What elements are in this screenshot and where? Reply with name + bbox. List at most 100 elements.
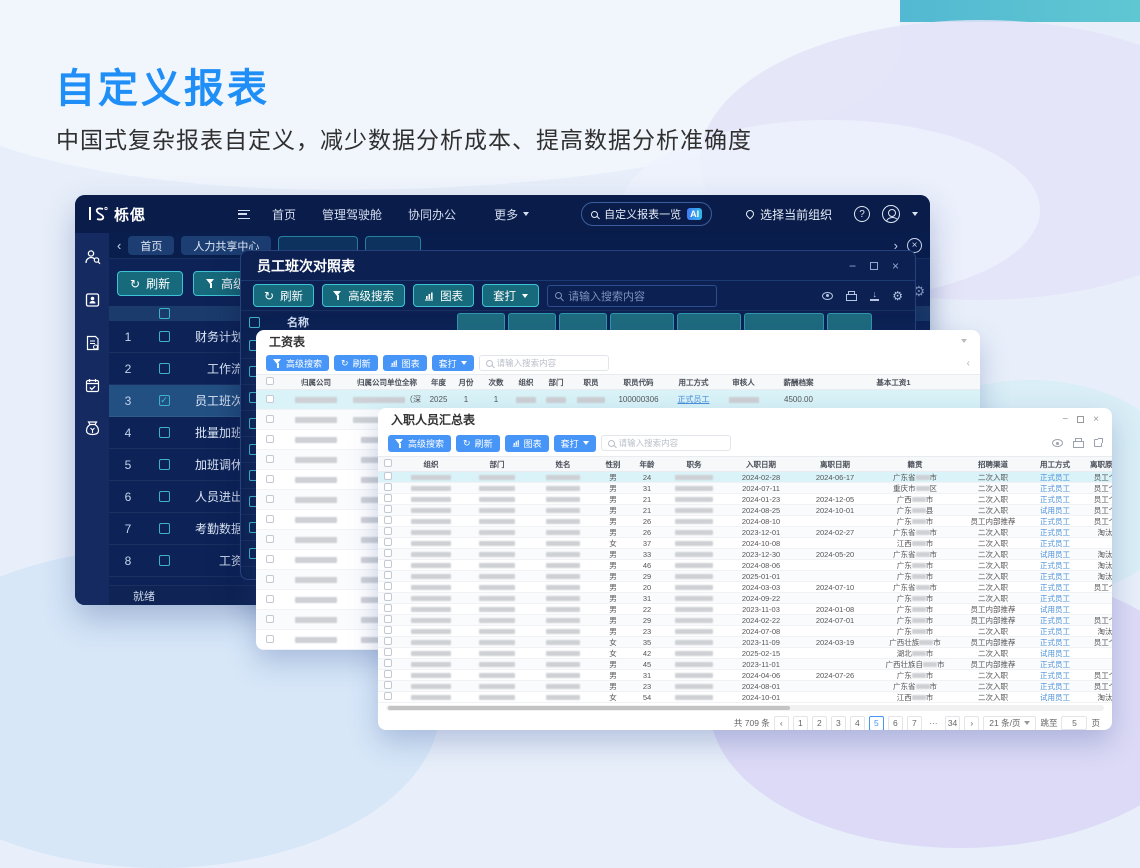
- refresh-button[interactable]: ↻ 刷新: [456, 435, 500, 452]
- row-checkbox[interactable]: [384, 615, 392, 623]
- table-row[interactable]: 男312024-07-11重庆市区二次入职正式员工员工个: [378, 483, 1112, 494]
- row-checkbox[interactable]: [266, 495, 274, 503]
- row-checkbox[interactable]: [384, 560, 392, 568]
- page-button[interactable]: 6: [888, 716, 903, 731]
- row-checkbox[interactable]: [266, 555, 274, 563]
- row-checkbox[interactable]: [384, 549, 392, 557]
- window-titlebar[interactable]: 员工班次对照表 − ×: [241, 251, 915, 281]
- tabs-scroll-left-icon[interactable]: ‹: [117, 239, 121, 252]
- download-icon[interactable]: ↓: [870, 290, 879, 300]
- row-checkbox[interactable]: [266, 535, 274, 543]
- employment-type-link[interactable]: 正式员工: [678, 395, 710, 404]
- advanced-search-button[interactable]: 高级搜索: [322, 284, 405, 307]
- table-row[interactable]: 男232024-08-01广东省市二次入职正式员工员工个: [378, 681, 1112, 692]
- table-row[interactable]: 男232024-07-08广东市二次入职正式员工淘汰: [378, 626, 1112, 637]
- table-row[interactable]: 女542024-10-01江西市二次入职试用员工淘汰: [378, 692, 1112, 703]
- row-checkbox[interactable]: [159, 459, 170, 470]
- jump-page-input[interactable]: 5: [1061, 716, 1087, 730]
- row-checkbox[interactable]: [159, 363, 170, 374]
- table-search-input[interactable]: 请输入搜索内容: [601, 435, 731, 451]
- row-checkbox[interactable]: [384, 670, 392, 678]
- chart-button[interactable]: 图表: [383, 355, 427, 371]
- nav-home[interactable]: 首页: [272, 206, 296, 223]
- header-checkbox[interactable]: [249, 317, 260, 328]
- row-checkbox[interactable]: [266, 635, 274, 643]
- row-checkbox[interactable]: [266, 395, 274, 403]
- table-row[interactable]: 女422025-02-15湖北市二次入职试用员工: [378, 648, 1112, 659]
- page-button[interactable]: 2: [812, 716, 827, 731]
- refresh-button[interactable]: ↻ 刷新: [334, 355, 378, 371]
- print-template-button[interactable]: 套打: [482, 284, 539, 307]
- sidebar-item-personnel[interactable]: [84, 249, 101, 265]
- refresh-button[interactable]: ↻ 刷新: [117, 271, 183, 296]
- row-checkbox[interactable]: [384, 571, 392, 579]
- row-checkbox[interactable]: [384, 483, 392, 491]
- collapse-sidebar-icon[interactable]: [238, 210, 250, 219]
- row-checkbox[interactable]: [384, 494, 392, 502]
- next-page-button[interactable]: ›: [964, 716, 979, 731]
- row-checkbox[interactable]: [266, 515, 274, 523]
- row-checkbox[interactable]: [266, 415, 274, 423]
- table-row[interactable]: （深202511100000306正式员工4500.00: [256, 390, 980, 410]
- row-checkbox[interactable]: [384, 516, 392, 524]
- sidebar-item-attendance[interactable]: [85, 378, 100, 393]
- printer-icon[interactable]: [1073, 438, 1084, 448]
- nav-dashboard[interactable]: 管理驾驶舱: [322, 206, 382, 223]
- page-button[interactable]: 5: [869, 716, 884, 731]
- row-checkbox[interactable]: [159, 523, 170, 534]
- row-checkbox[interactable]: [384, 604, 392, 612]
- prev-page-button[interactable]: ‹: [774, 716, 789, 731]
- nav-collaboration[interactable]: 协同办公: [408, 206, 456, 223]
- page-button[interactable]: 3: [831, 716, 846, 731]
- advanced-search-button[interactable]: 高级搜索: [266, 355, 329, 371]
- row-checkbox[interactable]: [384, 472, 392, 480]
- row-checkbox[interactable]: [384, 692, 392, 700]
- row-checkbox[interactable]: [384, 659, 392, 667]
- sidebar-item-files[interactable]: [85, 292, 100, 308]
- row-checkbox[interactable]: [384, 681, 392, 689]
- nav-more[interactable]: 更多: [494, 206, 529, 223]
- tab-home[interactable]: 首页: [128, 236, 174, 255]
- last-page-button[interactable]: 34: [945, 716, 960, 731]
- row-checkbox[interactable]: [266, 575, 274, 583]
- window-titlebar[interactable]: 入职人员汇总表 − ×: [378, 408, 1112, 430]
- sidebar-item-salary[interactable]: [85, 420, 100, 436]
- table-row[interactable]: 男312024-09-22广东市二次入职正式员工: [378, 593, 1112, 604]
- help-icon[interactable]: ?: [854, 206, 870, 222]
- app-logo[interactable]: 栎偲: [87, 204, 146, 225]
- row-checkbox[interactable]: [384, 582, 392, 590]
- table-row[interactable]: 男452023-11-01广西壮族自市员工内部推荐正式员工: [378, 659, 1112, 670]
- row-checkbox[interactable]: [266, 435, 274, 443]
- table-row[interactable]: 男212024-08-252024-10-01广东县二次入职试用员工员工个: [378, 505, 1112, 516]
- table-row[interactable]: 男332023-12-302024-05-20广东省市二次入职试用员工淘汰: [378, 549, 1112, 560]
- visibility-icon[interactable]: [1052, 439, 1063, 447]
- row-checkbox[interactable]: [384, 637, 392, 645]
- row-checkbox[interactable]: [159, 555, 170, 566]
- chart-button[interactable]: 图表: [505, 435, 549, 452]
- avatar[interactable]: [882, 205, 900, 223]
- row-checkbox[interactable]: [384, 626, 392, 634]
- page-button[interactable]: 1: [793, 716, 808, 731]
- row-checkbox[interactable]: [384, 538, 392, 546]
- table-row[interactable]: 男312024-04-062024-07-26广东市二次入职正式员工员工个: [378, 670, 1112, 681]
- minimize-icon[interactable]: −: [849, 259, 856, 273]
- close-icon[interactable]: ×: [892, 259, 899, 273]
- page-button[interactable]: 7: [907, 716, 922, 731]
- expand-icon[interactable]: [1094, 439, 1102, 447]
- maximize-icon[interactable]: [870, 262, 878, 270]
- horizontal-scrollbar[interactable]: [378, 703, 1112, 712]
- table-row[interactable]: 男292025-01-01广东市二次入职正式员工淘汰: [378, 571, 1112, 582]
- row-checkbox[interactable]: [159, 331, 170, 342]
- row-checkbox[interactable]: [266, 615, 274, 623]
- close-icon[interactable]: ×: [1093, 414, 1099, 425]
- visibility-icon[interactable]: [822, 292, 833, 300]
- scroll-left-hint-icon[interactable]: ‹: [967, 358, 970, 369]
- table-search-input[interactable]: 请输入搜索内容: [547, 285, 717, 307]
- page-button[interactable]: 4: [850, 716, 865, 731]
- header-checkbox[interactable]: [159, 308, 170, 319]
- table-row[interactable]: 男292024-02-222024-07-01广东市员工内部推荐正式员工员工个: [378, 615, 1112, 626]
- table-row[interactable]: 女372024-10-08江西市二次入职正式员工: [378, 538, 1112, 549]
- chart-button[interactable]: 图表: [413, 284, 474, 307]
- row-checkbox[interactable]: [384, 505, 392, 513]
- row-checkbox[interactable]: [159, 427, 170, 438]
